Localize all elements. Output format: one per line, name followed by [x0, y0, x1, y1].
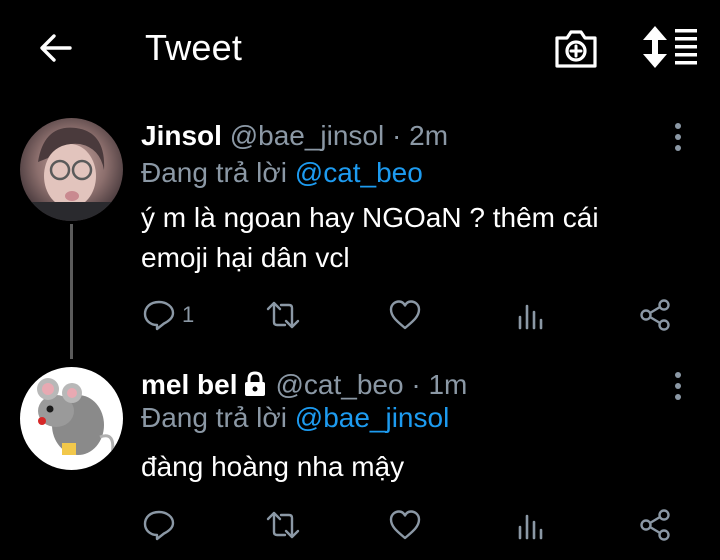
share-icon: [640, 509, 670, 541]
analytics-icon: [518, 304, 543, 330]
reply-icon: [143, 510, 175, 541]
user-handle[interactable]: @cat_beo: [275, 369, 403, 400]
reply-context: Đang trả lời @bae_jinsol: [141, 402, 449, 434]
reply-prefix: Đang trả lời: [141, 402, 287, 433]
tweet-time: · 1m: [411, 369, 468, 400]
analytics-button[interactable]: [516, 295, 546, 335]
like-button[interactable]: [388, 505, 422, 545]
display-name[interactable]: mel bel: [141, 369, 237, 400]
tweet-text-line: đàng hoàng nha mậy: [141, 451, 405, 482]
tweet-text: ý m là ngoan hay NGOaN ? thêm cái emoji …: [141, 198, 599, 278]
user-handle[interactable]: @bae_jinsol: [230, 120, 385, 151]
share-button[interactable]: [638, 505, 672, 545]
reply-prefix: Đang trả lời: [141, 157, 287, 188]
more-vert-icon[interactable]: [666, 121, 690, 153]
tweet-actions: 1: [0, 295, 720, 335]
retweet-icon: [266, 511, 300, 539]
tweet-actions: [0, 505, 720, 545]
reply-button[interactable]: [142, 505, 176, 545]
retweet-icon: [266, 301, 300, 329]
avatar[interactable]: [20, 118, 123, 221]
tweet-header: mel bel @cat_beo · 1m: [141, 369, 467, 401]
avatar-photo: [37, 378, 115, 456]
share-button[interactable]: [638, 295, 672, 335]
tweet-text-line: emoji hại dân vcl: [141, 242, 350, 273]
reply-count: 1: [182, 302, 195, 327]
avatar[interactable]: [20, 367, 123, 470]
tweet-text: đàng hoàng nha mậy: [141, 447, 404, 487]
analytics-icon: [518, 514, 543, 540]
retweet-button[interactable]: [265, 505, 301, 545]
reply-context: Đang trả lời @cat_beo: [141, 157, 423, 189]
like-button[interactable]: [388, 295, 422, 335]
share-icon: [640, 299, 670, 331]
retweet-button[interactable]: [265, 295, 301, 335]
tweet-time: · 2m: [392, 120, 449, 151]
analytics-button[interactable]: [516, 505, 546, 545]
like-icon: [389, 510, 421, 540]
tweet-jinsol[interactable]: Jinsol @bae_jinsol · 2m Đang trả lời @ca…: [0, 0, 720, 360]
lock-icon: [245, 371, 266, 396]
reply-button[interactable]: 1: [142, 295, 194, 335]
reply-icon: [143, 300, 175, 331]
reply-mention-link[interactable]: @cat_beo: [295, 157, 423, 188]
tweet-text-line: ý m là ngoan hay NGOaN ? thêm cái: [141, 202, 599, 233]
more-vert-icon[interactable]: [666, 370, 690, 402]
display-name[interactable]: Jinsol: [141, 120, 222, 151]
tweet-mel-bel[interactable]: mel bel @cat_beo · 1m Đang trả lời @bae_j…: [0, 360, 720, 560]
reply-mention-link[interactable]: @bae_jinsol: [295, 402, 450, 433]
like-icon: [389, 300, 421, 330]
avatar-photo: [30, 127, 114, 221]
tweet-header: Jinsol @bae_jinsol · 2m: [141, 120, 448, 152]
